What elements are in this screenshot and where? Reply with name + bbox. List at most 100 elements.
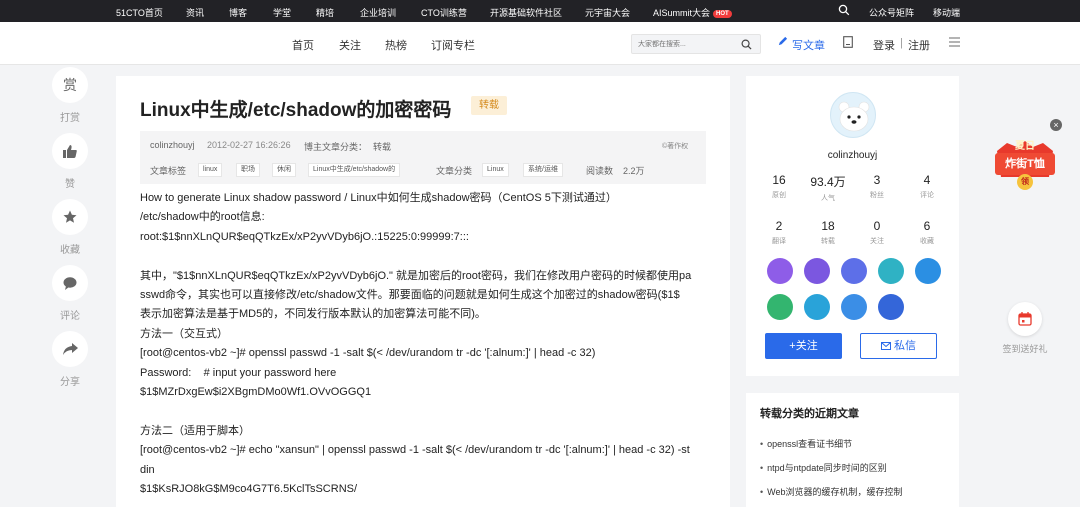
search-box[interactable]: [631, 34, 761, 54]
reward-action[interactable]: 赏 打赏: [51, 67, 89, 124]
body-line: How to generate Linux shadow password / …: [140, 192, 617, 204]
message-label: 私信: [894, 340, 917, 352]
author-link[interactable]: colinzhouyj: [150, 140, 195, 150]
body-line: din: [140, 463, 155, 476]
search-input[interactable]: [638, 38, 738, 51]
tag-workplace[interactable]: 职场: [236, 163, 260, 177]
medal-icon[interactable]: [915, 258, 941, 284]
medal-icon[interactable]: [767, 294, 793, 320]
medal-icon[interactable]: [804, 294, 830, 320]
search-icon[interactable]: [741, 39, 752, 53]
avatar[interactable]: [830, 92, 876, 138]
main-nav: 首页 关注 热榜 订阅专栏 写文章 登录 | 注册: [0, 22, 1080, 65]
write-article-link[interactable]: 写文章: [792, 37, 825, 53]
topbar-link-news[interactable]: 资讯: [186, 6, 204, 19]
stat-collected-label: 收藏: [920, 238, 934, 245]
medal-icon[interactable]: [804, 258, 830, 284]
repost-badge: 转载: [471, 96, 507, 115]
share-label: 分享: [60, 377, 80, 388]
top-bar: 51CTO首页 资讯 博客 学堂 精培 企业培训 CTO训练营 开源基础软件社区…: [0, 0, 1080, 22]
article-meta: colinzhouyj 2012-02-27 16:26:26 博主文章分类： …: [140, 131, 706, 184]
article-card: Linux中生成/etc/shadow的加密密码 转载 colinzhouyj …: [116, 76, 730, 507]
document-icon[interactable]: [843, 36, 853, 51]
message-button[interactable]: 私信: [860, 333, 937, 359]
author-name[interactable]: colinzhouyj: [746, 150, 959, 161]
topbar-link-academy[interactable]: 学堂: [273, 6, 291, 19]
body-line: $1$MZrDxgEw$i2XBgmDMo0Wf1.OVvOGGQ1: [140, 386, 372, 399]
stat-collected[interactable]: 6 收藏: [902, 219, 952, 246]
stat-original[interactable]: 16 原创: [754, 173, 804, 200]
summer-promo[interactable]: 夏日 炸街T恤 领: [993, 133, 1057, 191]
aisummit-label: AISummit大会: [653, 8, 711, 18]
tag-linux[interactable]: linux: [198, 163, 223, 177]
medal-icon[interactable]: [767, 258, 793, 284]
list-item[interactable]: openssl查看证书细节: [760, 437, 852, 450]
nav-item-subscribe[interactable]: 订阅专栏: [431, 37, 475, 53]
medal-icon[interactable]: [878, 294, 904, 320]
stat-popularity[interactable]: 93.4万 人气: [803, 173, 853, 203]
topbar-link-metaverse[interactable]: 元宇宙大会: [585, 6, 630, 19]
menu-icon[interactable]: [949, 37, 960, 50]
body-line: 方法一（交互式）: [140, 327, 228, 340]
body-line: [root@centos-vb2 ~]# echo "xansun" | ope…: [140, 444, 690, 457]
reward-icon[interactable]: 赏: [52, 67, 88, 103]
stat-reposted[interactable]: 18 转载: [803, 219, 853, 246]
star-icon[interactable]: [52, 199, 88, 235]
topbar-link-training[interactable]: 精培: [316, 6, 334, 19]
favorite-action[interactable]: 收藏: [51, 199, 89, 256]
register-link[interactable]: 注册: [908, 37, 930, 53]
medal-icon[interactable]: [841, 294, 867, 320]
stat-translated-count: 2: [775, 219, 783, 233]
stat-fans-count: 3: [873, 173, 881, 187]
list-item[interactable]: Web浏览器的缓存机制，缓存控制: [760, 485, 902, 498]
body-line: sswd命令，其实也可以直接修改/etc/shadow文件。那要面临的问题就是如…: [140, 289, 680, 302]
stat-comments-label: 评论: [920, 192, 934, 199]
follow-button[interactable]: +关注: [765, 333, 842, 359]
stat-collected-count: 6: [923, 219, 931, 233]
topbar-link-aisummit[interactable]: AISummit大会 HOT: [653, 6, 732, 19]
topbar-link-mobile[interactable]: 移动端: [933, 6, 960, 19]
share-action[interactable]: 分享: [51, 331, 89, 388]
like-action[interactable]: 赞: [51, 133, 89, 190]
tag-shadow[interactable]: Linux中生成/etc/shadow的: [308, 163, 401, 177]
medal-icon[interactable]: [878, 258, 904, 284]
blog-category-link[interactable]: 转载: [373, 140, 391, 153]
category-linux[interactable]: Linux: [482, 163, 509, 177]
stat-translated[interactable]: 2 翻译: [754, 219, 804, 246]
promo-line2: 炸街T恤: [1005, 158, 1045, 170]
search-icon[interactable]: [838, 4, 850, 18]
medal-icon[interactable]: [841, 258, 867, 284]
comment-icon[interactable]: [52, 265, 88, 301]
nav-item-hot[interactable]: 热榜: [385, 37, 407, 53]
login-link[interactable]: 登录: [873, 37, 895, 53]
topbar-link-blog[interactable]: 博客: [229, 6, 247, 19]
stat-fans-label: 粉丝: [870, 192, 884, 199]
topbar-link-enterprise[interactable]: 企业培训: [360, 6, 396, 19]
pen-icon[interactable]: [777, 36, 788, 50]
tag-leisure[interactable]: 休闲: [272, 163, 296, 177]
topbar-link-cto[interactable]: CTO训练营: [421, 6, 467, 19]
stat-fans[interactable]: 3 粉丝: [852, 173, 902, 200]
list-item[interactable]: ntpd与ntpdate同步时间的区别: [760, 461, 887, 474]
reward-icon-glyph: 赏: [63, 77, 77, 93]
topbar-link-wechat[interactable]: 公众号矩阵: [869, 6, 914, 19]
comment-action[interactable]: 评论: [51, 265, 89, 322]
stat-following-count: 0: [873, 219, 881, 233]
topbar-link-home[interactable]: 51CTO首页: [116, 6, 163, 19]
nav-item-home[interactable]: 首页: [292, 37, 314, 53]
nav-item-follow[interactable]: 关注: [339, 37, 361, 53]
envelope-icon: [880, 340, 894, 352]
thumbs-up-icon[interactable]: [52, 133, 88, 169]
body-line: [root@centos-vb2 ~]# openssl passwd -1 -…: [140, 347, 596, 360]
topbar-link-opensource[interactable]: 开源基础软件社区: [490, 6, 562, 19]
stat-following[interactable]: 0 关注: [852, 219, 902, 246]
publish-date: 2012-02-27 16:26:26: [207, 140, 291, 150]
share-icon[interactable]: [52, 331, 88, 367]
category-sysops[interactable]: 系统/运维: [523, 163, 563, 177]
sign-in-gift-button[interactable]: [1008, 302, 1042, 336]
article-title: Linux中生成/etc/shadow的加密密码: [140, 100, 452, 121]
close-icon[interactable]: ×: [1050, 119, 1062, 131]
hot-badge: HOT: [713, 10, 732, 18]
promo-line1: 夏日: [1015, 141, 1035, 152]
stat-comments[interactable]: 4 评论: [902, 173, 952, 200]
